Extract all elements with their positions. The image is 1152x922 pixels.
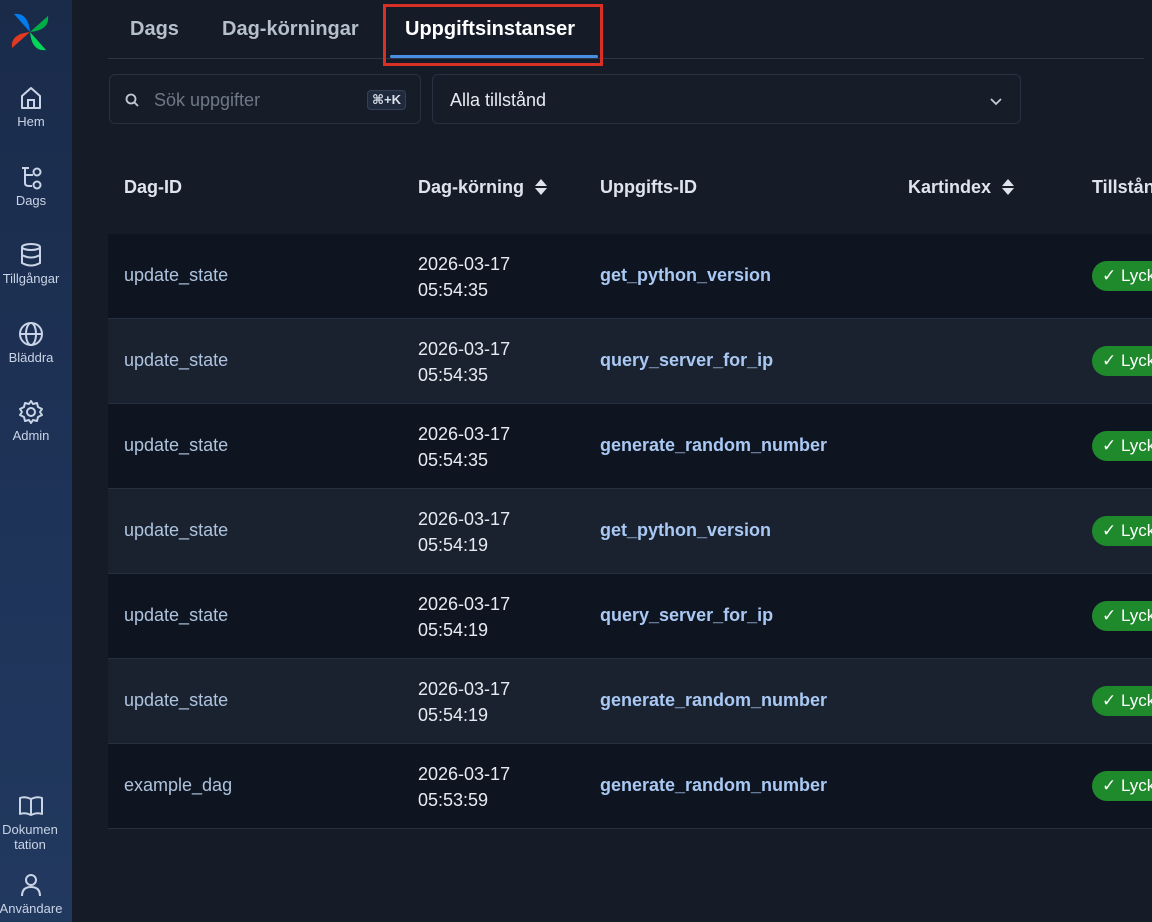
table-row[interactable]: update_state 2026-03-17 05:54:35 get_pyth… [108, 234, 1152, 319]
cell-dag-run[interactable]: 2026-03-17 05:54:19 [418, 506, 510, 558]
cell-dag-run[interactable]: 2026-03-17 05:54:19 [418, 591, 510, 643]
column-header-dag-run[interactable]: Dag-körning [418, 177, 548, 198]
cell-dag-run[interactable]: 2026-03-17 05:54:35 [418, 251, 510, 303]
status-badge: ✓ Lyckades [1092, 261, 1152, 291]
tab-bar: Dags Dag-körningar Uppgiftsinstanser [108, 0, 1144, 59]
home-icon [21, 87, 41, 109]
task-instances-table: Dag-ID Dag-körning Uppgifts-ID Kartindex… [108, 150, 1152, 829]
status-badge: ✓ Lyckades [1092, 771, 1152, 801]
cell-dag-run[interactable]: 2026-03-17 05:54:35 [418, 336, 510, 388]
cell-dag-id[interactable]: update_state [124, 350, 228, 371]
status-badge: ✓ Lyckades [1092, 346, 1152, 376]
cell-dag-id[interactable]: update_state [124, 520, 228, 541]
search-placeholder: Sök uppgifter [154, 90, 261, 110]
cell-task-id[interactable]: generate_random_number [600, 690, 827, 711]
keyboard-shortcut-badge: ⌘+K [366, 90, 406, 110]
table-row[interactable]: update_state 2026-03-17 05:54:35 query_se… [108, 319, 1152, 404]
chevron-down-icon [990, 98, 1002, 106]
cell-task-id[interactable]: get_python_version [600, 520, 771, 541]
database-icon [21, 243, 41, 267]
cell-task-id[interactable]: generate_random_number [600, 775, 827, 796]
cell-dag-run[interactable]: 2026-03-17 05:54:19 [418, 676, 510, 728]
sidebar-item-hem[interactable]: Hem [0, 84, 62, 129]
cell-task-id[interactable]: query_server_for_ip [600, 350, 773, 371]
sort-icon[interactable] [1001, 177, 1015, 197]
cell-dag-run[interactable]: 2026-03-17 05:53:59 [418, 761, 510, 813]
sidebar-item-label: Hem [17, 114, 45, 129]
sidebar-item-admin[interactable]: Admin [0, 398, 62, 443]
column-header-dag-id[interactable]: Dag-ID [124, 177, 182, 198]
cell-dag-id[interactable]: update_state [124, 605, 228, 626]
cell-dag-id[interactable]: example_dag [124, 775, 232, 796]
tab-dags[interactable]: Dags [130, 18, 179, 41]
table-row[interactable]: update_state 2026-03-17 05:54:19 get_pyth… [108, 489, 1152, 574]
column-header-map-index[interactable]: Kartindex [908, 177, 1015, 198]
status-badge: ✓ Lyckades [1092, 601, 1152, 631]
sidebar-item-dags[interactable]: Dags [0, 163, 62, 208]
sort-icon[interactable] [534, 177, 548, 197]
tab-dag-korningar[interactable]: Dag-körningar [222, 18, 359, 41]
status-badge: ✓ Lyckades [1092, 686, 1152, 716]
dags-icon [22, 167, 42, 190]
sidebar-item-label: Admin [12, 428, 50, 443]
state-filter-value: Alla tillstånd [450, 90, 547, 110]
sidebar-item-anvandare[interactable]: Användare [0, 871, 62, 916]
user-icon [21, 874, 41, 897]
status-badge: ✓ Lyckades [1092, 431, 1152, 461]
gear-icon [19, 400, 43, 424]
sidebar-item-label: Bläddra [8, 350, 54, 365]
state-filter-select[interactable]: Alla tillstånd [432, 74, 1021, 124]
main-content: Dags Dag-körningar Uppgiftsinstanser Sök… [72, 0, 1152, 922]
cell-task-id[interactable]: generate_random_number [600, 435, 827, 456]
table-row[interactable]: update_state 2026-03-17 05:54:19 query_se… [108, 574, 1152, 659]
search-icon [125, 93, 139, 107]
cell-dag-run[interactable]: 2026-03-17 05:54:35 [418, 421, 510, 473]
cell-task-id[interactable]: query_server_for_ip [600, 605, 773, 626]
airflow-logo-icon[interactable] [8, 10, 52, 54]
sidebar: Hem Dags Tillgångar Bläddra Admin Dokume… [0, 0, 72, 922]
cell-dag-id[interactable]: update_state [124, 690, 228, 711]
sidebar-item-label: Användare [0, 901, 63, 916]
status-badge: ✓ Lyckades [1092, 516, 1152, 546]
sidebar-item-tillgangar[interactable]: Tillgångar [0, 241, 62, 286]
table-row[interactable]: update_state 2026-03-17 05:54:19 generate… [108, 659, 1152, 744]
sidebar-item-label: Dags [15, 193, 47, 208]
book-icon [19, 796, 43, 816]
cell-dag-id[interactable]: update_state [124, 265, 228, 286]
highlight-annotation [383, 4, 603, 66]
sidebar-item-bladdra[interactable]: Bläddra [0, 320, 62, 365]
search-input[interactable]: Sök uppgifter ⌘+K [109, 74, 421, 124]
table-row[interactable]: update_state 2026-03-17 05:54:35 generate… [108, 404, 1152, 489]
sidebar-item-label: Dokumentation [2, 822, 58, 852]
cell-dag-id[interactable]: update_state [124, 435, 228, 456]
column-header-task-id[interactable]: Uppgifts-ID [600, 177, 697, 198]
sidebar-item-dokumentation[interactable]: Dokumentation [0, 792, 62, 852]
table-row[interactable]: example_dag 2026-03-17 05:53:59 generate_… [108, 744, 1152, 829]
cell-task-id[interactable]: get_python_version [600, 265, 771, 286]
table-header: Dag-ID Dag-körning Uppgifts-ID Kartindex… [108, 150, 1152, 234]
globe-icon [19, 322, 43, 346]
column-header-state[interactable]: Tillstånd [1092, 177, 1152, 198]
sidebar-item-label: Tillgångar [2, 271, 60, 286]
